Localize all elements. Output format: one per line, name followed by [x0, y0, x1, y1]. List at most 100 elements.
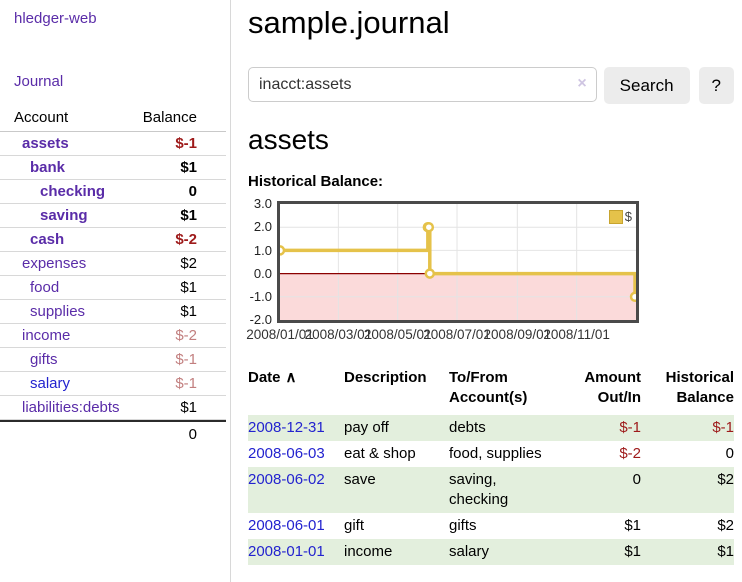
register-row[interactable]: 2008-06-01giftgifts$1$2: [248, 513, 734, 539]
register-row[interactable]: 2008-12-31pay offdebts$-1$-1: [248, 415, 734, 441]
account-link-food[interactable]: food: [30, 279, 59, 296]
transaction-accounts: food, supplies: [449, 441, 573, 467]
search-input[interactable]: [248, 67, 597, 102]
transaction-balance: $1: [641, 539, 734, 565]
register-header-amount: Amount Out/In: [573, 366, 641, 415]
chart-legend: $: [609, 209, 632, 224]
transaction-amount: $1: [573, 513, 641, 539]
search-button[interactable]: Search: [604, 67, 690, 104]
register-row[interactable]: 2008-06-03eat & shopfood, supplies$-20: [248, 441, 734, 467]
account-link-saving[interactable]: saving: [40, 207, 88, 224]
register-header-balance: Historical Balance: [641, 366, 734, 415]
transaction-date: 2008-06-01: [248, 513, 344, 539]
x-axis-tick-label: 2008/09/01: [484, 327, 552, 342]
account-row: cash $-2: [0, 228, 226, 252]
y-axis-tick-label: 2.0: [248, 219, 272, 235]
chart-section-label: Historical Balance:: [248, 173, 734, 190]
account-balance: $-2: [133, 324, 226, 348]
transaction-description: save: [344, 467, 449, 513]
x-axis-tick-label: 2008/11/01: [543, 327, 610, 342]
legend-label: $: [625, 209, 632, 224]
transaction-accounts: debts: [449, 415, 573, 441]
transaction-balance: 0: [641, 441, 734, 467]
accounts-header-account: Account: [0, 106, 133, 132]
transaction-description: pay off: [344, 415, 449, 441]
account-row: liabilities:debts$1: [0, 396, 226, 420]
account-balance: $-1: [133, 132, 226, 156]
register-row[interactable]: 2008-01-01incomesalary$1$1: [248, 539, 734, 565]
account-balance: 0: [133, 180, 226, 204]
x-axis-tick-label: 2008/05/01: [364, 327, 432, 342]
sort-ascending-icon: ∧: [286, 369, 297, 386]
account-link-cash[interactable]: cash: [30, 231, 64, 248]
account-row: assets $-1: [0, 132, 226, 156]
account-link-supplies[interactable]: supplies: [30, 303, 85, 320]
y-axis-tick-label: 3.0: [248, 196, 272, 212]
x-axis-tick-label: 2008/03/01: [305, 327, 373, 342]
y-axis-tick-label: 1.0: [248, 243, 272, 259]
transaction-date-link[interactable]: 2008-01-01: [248, 543, 325, 560]
account-link-income[interactable]: income: [22, 327, 70, 344]
transaction-date-link[interactable]: 2008-06-01: [248, 517, 325, 534]
account-link-expenses[interactable]: expenses: [22, 255, 86, 272]
main-content: sample.journal × Search ? assets Histori…: [248, 0, 734, 565]
sidebar-item-journal[interactable]: Journal: [14, 73, 230, 90]
legend-swatch-icon: [609, 210, 623, 224]
account-balance: $1: [133, 300, 226, 324]
transaction-accounts: saving,checking: [449, 467, 573, 513]
account-row: food $1: [0, 276, 226, 300]
account-link-salary[interactable]: salary: [30, 375, 70, 392]
page-title: sample.journal: [248, 4, 734, 41]
account-link-gifts[interactable]: gifts: [30, 351, 58, 368]
chart-plot-svg: [280, 204, 636, 320]
account-row: supplies $1: [0, 300, 226, 324]
register-row[interactable]: 2008-06-02 savesaving,checking0$2: [248, 467, 734, 513]
accounts-table: Account Balance assets $-1 bank $1 checking 0…: [0, 106, 226, 447]
account-link-assets[interactable]: assets: [22, 135, 69, 152]
transaction-balance: $2: [641, 467, 734, 513]
y-axis-tick-label: -1.0: [248, 289, 272, 305]
account-heading: assets: [248, 124, 734, 156]
accounts-total-row: 0: [0, 420, 226, 447]
transaction-date: 2008-01-01: [248, 539, 344, 565]
account-link-bank[interactable]: bank: [30, 159, 65, 176]
register-tbody: 2008-12-31pay offdebts$-1$-12008-06-03ea…: [248, 415, 734, 565]
register-table: Date∧ Description To/From Account(s) Amo…: [248, 366, 734, 565]
transaction-amount: $-1: [573, 415, 641, 441]
transaction-date-link[interactable]: 2008-06-03: [248, 445, 325, 462]
transaction-amount: $1: [573, 539, 641, 565]
account-link-checking[interactable]: checking: [40, 183, 105, 200]
historical-balance-chart: $ 3.02.01.00.0-1.0-2.02008/01/012008/03/…: [248, 200, 734, 350]
account-balance: $1: [133, 156, 226, 180]
sidebar: hledger-web Journal Account Balance asse…: [0, 0, 231, 582]
transaction-date-link[interactable]: 2008-12-31: [248, 419, 325, 436]
app-title-link[interactable]: hledger-web: [14, 10, 230, 27]
account-row: bank $1: [0, 156, 226, 180]
account-balance: $-1: [133, 348, 226, 372]
account-balance: $2: [133, 252, 226, 276]
transaction-description: eat & shop: [344, 441, 449, 467]
chart-plot: $: [277, 201, 639, 323]
y-axis-tick-label: -2.0: [248, 312, 272, 328]
transaction-date-link[interactable]: 2008-06-02: [248, 471, 325, 488]
account-balance: $1: [133, 204, 226, 228]
account-balance: $-1: [133, 372, 226, 396]
account-row: salary $-1: [0, 372, 226, 396]
register-header-tofrom: To/From Account(s): [449, 366, 573, 415]
transaction-amount: 0: [573, 467, 641, 513]
account-balance: $-2: [133, 228, 226, 252]
transaction-accounts: gifts: [449, 513, 573, 539]
account-row: saving $1: [0, 204, 226, 228]
accounts-header-balance: Balance: [133, 106, 226, 132]
register-header-date[interactable]: Date∧: [248, 366, 344, 415]
transaction-balance: $2: [641, 513, 734, 539]
account-balance: $1: [133, 276, 226, 300]
y-axis-tick-label: 0.0: [248, 266, 272, 282]
accounts-tbody: assets $-1 bank $1 checking 0 saving $1 cash $-2 e…: [0, 132, 226, 420]
search-form: × Search ?: [248, 67, 734, 104]
x-axis-tick-label: 2008/07/01: [423, 327, 491, 342]
help-button[interactable]: ?: [699, 67, 734, 104]
transaction-balance: $-1: [641, 415, 734, 441]
account-link-liabilities-debts[interactable]: liabilities:debts: [22, 399, 120, 416]
clear-search-icon[interactable]: ×: [577, 75, 586, 93]
